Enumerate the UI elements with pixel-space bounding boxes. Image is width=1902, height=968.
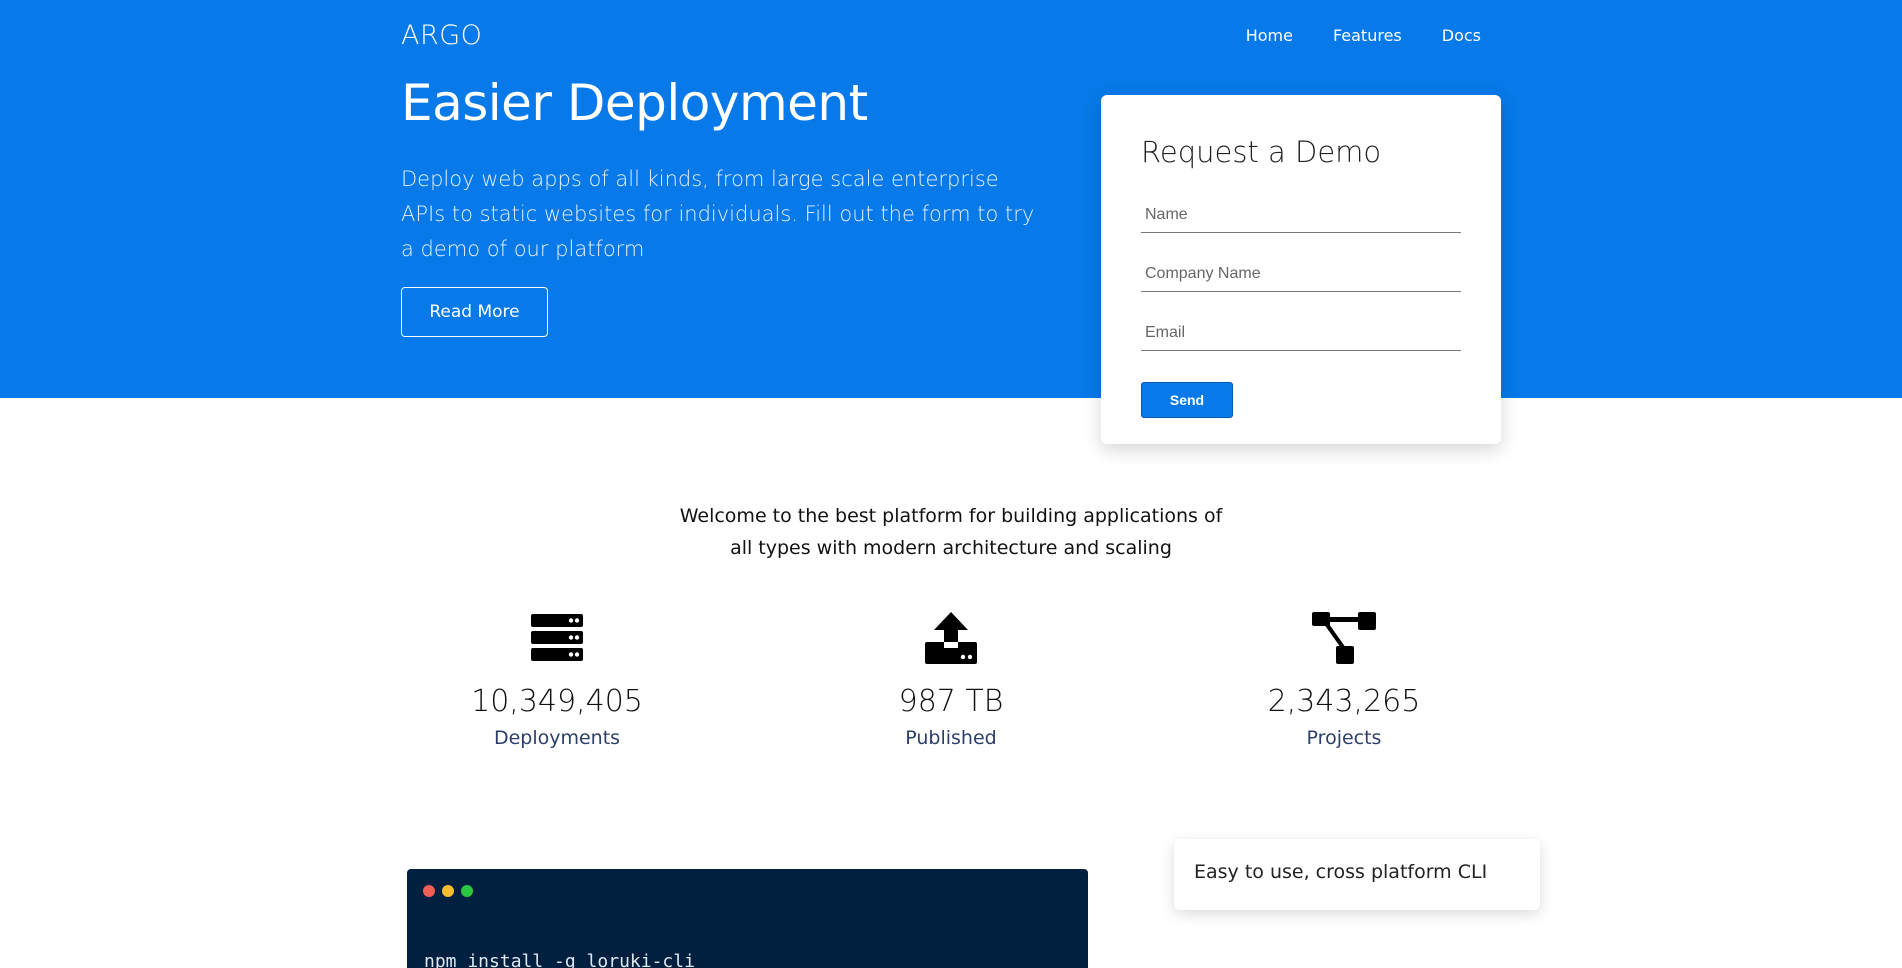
brand-logo[interactable]: ARGO — [401, 20, 482, 51]
stat-label: Projects — [1306, 727, 1382, 749]
stat-projects: 2,343,265 Projects — [1194, 610, 1494, 749]
read-more-button[interactable]: Read More — [401, 287, 548, 337]
email-input[interactable] — [1141, 311, 1461, 351]
maximize-dot-icon — [461, 885, 473, 897]
close-dot-icon — [423, 885, 435, 897]
minimize-dot-icon — [442, 885, 454, 897]
nav-home-link[interactable]: Home — [1246, 26, 1293, 45]
nav-features-link[interactable]: Features — [1333, 26, 1402, 45]
stat-label: Published — [905, 727, 997, 749]
window-controls — [423, 885, 473, 897]
upload-icon — [801, 610, 1101, 666]
hero-section: ARGO Home Features Docs Easier Deploymen… — [0, 0, 1902, 398]
cli-terminal: npm install -g loruki-cli — [407, 869, 1088, 968]
send-button[interactable]: Send — [1141, 382, 1233, 418]
demo-form-title: Request a Demo — [1141, 135, 1382, 169]
server-icon — [407, 610, 707, 666]
terminal-command: npm install -g loruki-cli — [424, 951, 695, 968]
cli-feature-card: Easy to use, cross platform CLI — [1174, 839, 1540, 910]
stat-value: 10,349,405 — [471, 684, 643, 719]
welcome-text: Welcome to the best platform for buildin… — [0, 500, 1902, 564]
hero-description: Deploy web apps of all kinds, from large… — [401, 167, 1035, 261]
name-input[interactable] — [1141, 193, 1461, 233]
hero-title: Easier Deployment — [401, 74, 868, 132]
stat-value: 987 TB — [898, 684, 1004, 719]
stat-deployments: 10,349,405 Deployments — [407, 610, 707, 749]
welcome-line-2: all types with modern architecture and s… — [730, 537, 1172, 559]
project-diagram-icon — [1194, 610, 1494, 666]
company-name-input[interactable] — [1141, 252, 1461, 292]
welcome-line-1: Welcome to the best platform for buildin… — [679, 505, 1223, 527]
top-nav: Home Features Docs — [1246, 26, 1481, 45]
stat-label: Deployments — [493, 727, 621, 749]
nav-docs-link[interactable]: Docs — [1442, 26, 1481, 45]
stat-value: 2,343,265 — [1267, 684, 1421, 719]
request-demo-card: Request a Demo Send — [1101, 95, 1501, 444]
stat-published: 987 TB Published — [801, 610, 1101, 749]
